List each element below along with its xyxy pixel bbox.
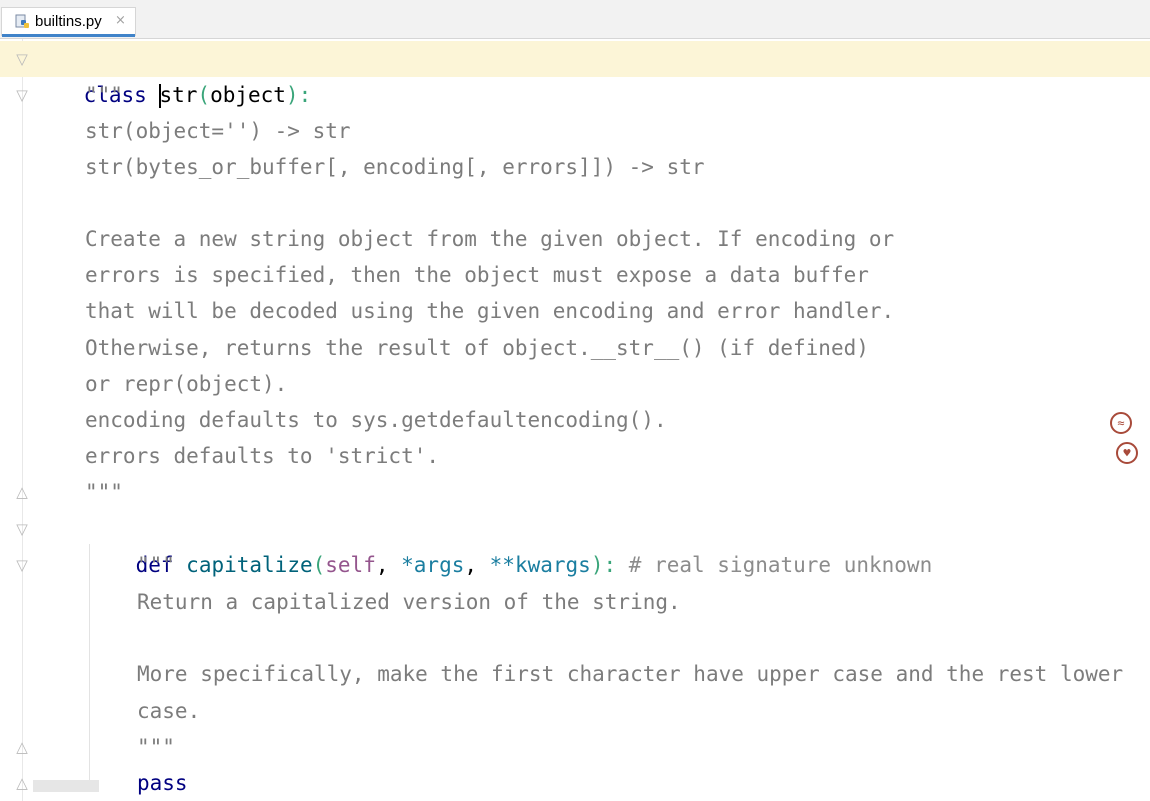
- plugin-icon-2[interactable]: ♥: [1116, 442, 1138, 464]
- code-line-class[interactable]: class str(object):: [0, 41, 1150, 108]
- fold-collapse-icon[interactable]: ▽: [13, 556, 31, 574]
- fold-collapse-icon[interactable]: ▽: [13, 50, 31, 68]
- editor-tab-bar: builtins.py ×: [0, 0, 1150, 39]
- docstring-line: errors is specified, then the object mus…: [85, 263, 869, 287]
- method-docstring-close: """: [137, 735, 175, 759]
- param-kwargs: **kwargs: [489, 553, 591, 577]
- colon: :: [603, 553, 617, 577]
- close-icon[interactable]: ×: [115, 13, 126, 28]
- fold-collapse-icon[interactable]: ▽: [13, 86, 31, 104]
- docstring-line: that will be decoded using the given enc…: [85, 299, 895, 323]
- function-name: capitalize: [186, 553, 313, 577]
- python-file-icon: [15, 14, 29, 28]
- fold-end-icon[interactable]: △: [13, 483, 31, 501]
- comma: ,: [464, 553, 490, 577]
- close-paren: ): [590, 553, 604, 577]
- fold-end-icon[interactable]: △: [13, 738, 31, 756]
- plugin-icon-1[interactable]: ≈: [1110, 412, 1132, 434]
- method-docstring-line: case.: [137, 699, 201, 723]
- docstring-open: """: [85, 83, 123, 107]
- indent-guide: [89, 544, 90, 784]
- fold-end-icon[interactable]: △: [13, 774, 31, 792]
- docstring-close: """: [85, 480, 123, 504]
- method-docstring-line: More specifically, make the first charac…: [137, 662, 1124, 686]
- param-args: *args: [401, 553, 465, 577]
- docstring-line: encoding defaults to sys.getdefaultencod…: [85, 408, 667, 432]
- active-tab-indicator: [2, 34, 135, 37]
- comma: ,: [375, 553, 402, 577]
- code-line-def[interactable]: def capitalize(self, *args, **kwargs): #…: [85, 511, 933, 577]
- inline-comment: # real signature unknown: [628, 553, 933, 577]
- code-editor[interactable]: class str(object): ▽ """ ▽ str(object=''…: [0, 39, 1150, 801]
- close-paren: ): [285, 83, 299, 107]
- method-docstring-line: Return a capitalized version of the stri…: [137, 590, 681, 614]
- method-docstring-open: """: [137, 553, 175, 577]
- param-self: self: [325, 553, 376, 577]
- base-class: object: [210, 83, 286, 107]
- docstring-line: errors defaults to 'strict'.: [85, 444, 440, 468]
- docstring-line: str(bytes_or_buffer[, encoding[, errors]…: [85, 155, 705, 179]
- tab-builtins-py[interactable]: builtins.py ×: [1, 7, 136, 37]
- docstring-line: Otherwise, returns the result of object.…: [85, 336, 869, 360]
- docstring-line: or repr(object).: [85, 372, 288, 396]
- docstring-line: Create a new string object from the give…: [85, 227, 895, 251]
- fold-collapse-icon[interactable]: ▽: [13, 520, 31, 538]
- docstring-line: str(object='') -> str: [85, 119, 351, 143]
- open-paren: (: [312, 553, 326, 577]
- class-name-rest: tr: [172, 83, 198, 107]
- open-paren: (: [197, 83, 211, 107]
- class-name-first: s: [159, 83, 173, 107]
- horizontal-scrollbar[interactable]: [33, 780, 99, 792]
- keyword-pass: pass: [137, 771, 188, 795]
- gutter-divider: [22, 39, 23, 801]
- tab-filename: builtins.py: [35, 13, 102, 30]
- colon: :: [298, 83, 312, 107]
